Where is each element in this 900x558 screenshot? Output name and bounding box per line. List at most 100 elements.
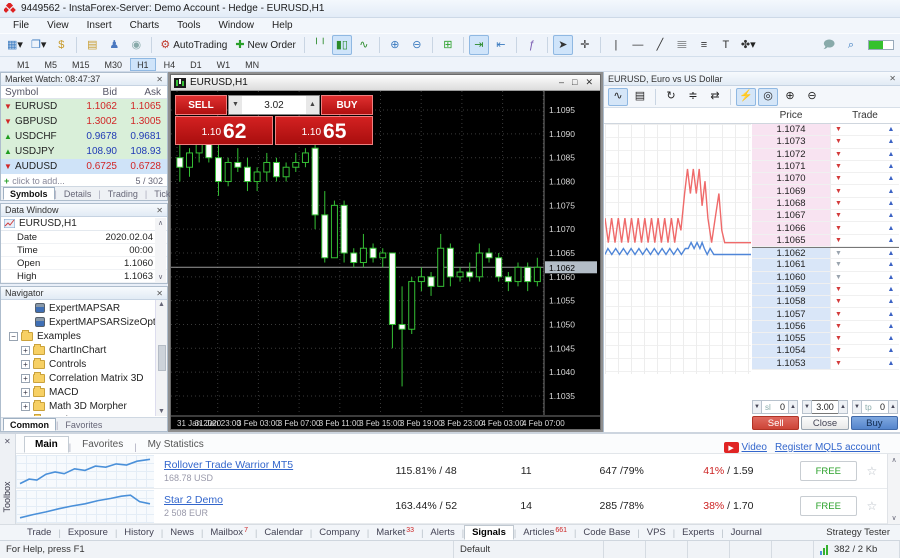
trade-cell[interactable] (846, 136, 883, 147)
register-mql5-link[interactable]: Register MQL5 account (775, 442, 880, 453)
maximize-icon[interactable]: □ (572, 77, 577, 88)
volumes-button[interactable]: ◎ (758, 88, 778, 106)
sell-chevron-icon[interactable]: ▼ (830, 259, 846, 270)
menu-item-window[interactable]: Window (209, 20, 263, 31)
tab-favorites[interactable]: Favorites (58, 418, 109, 431)
scroll-down-icon[interactable]: ∨ (158, 273, 163, 281)
buy-chevron-icon[interactable]: ▲ (883, 222, 899, 233)
trade-cell[interactable] (846, 308, 883, 319)
trade-cell[interactable] (846, 161, 883, 172)
symbol-row-usdchf[interactable]: ▲USDCHF0.96780.9681 (1, 129, 167, 144)
stop-loss-stepper[interactable]: ▼ sl0 ▲ (752, 400, 798, 414)
buy-chevron-icon[interactable]: ▲ (883, 185, 899, 196)
buy-chevron-icon[interactable]: ▲ (883, 198, 899, 209)
sell-chevron-icon[interactable]: ▼ (830, 149, 846, 160)
toolbox-scrollbar[interactable]: ∧ ∨ (887, 454, 900, 524)
close-icon[interactable]: ✕ (585, 77, 593, 88)
buy-chevron-icon[interactable]: ▲ (883, 272, 899, 283)
tree-item-examples[interactable]: −Examples (1, 329, 155, 343)
chart-window-titlebar[interactable]: EURUSD,H1 – □ ✕ (171, 75, 600, 91)
bid-row-1.1061[interactable]: 1.1061▼▲ (752, 259, 899, 271)
sell-chevron-icon[interactable]: ▼ (830, 124, 846, 135)
sell-chevron-icon[interactable]: ▼ (830, 161, 846, 172)
new-order-button[interactable]: ✚New Order (232, 35, 299, 55)
tile-windows-button[interactable]: ⊞ (438, 35, 458, 55)
ask-row-1.1067[interactable]: 1.1067▼▲ (752, 210, 899, 222)
timeframe-w1[interactable]: W1 (210, 58, 238, 71)
trade-cell[interactable] (846, 210, 883, 221)
broadcast-button[interactable]: ◉ (126, 35, 146, 55)
trade-cell[interactable] (846, 358, 883, 369)
chart-view-button[interactable]: ∿ (608, 88, 628, 106)
trade-cell[interactable] (846, 345, 883, 356)
bottom-tab-calendar[interactable]: Calendar (257, 526, 310, 539)
transfer-button[interactable]: ⇄ (705, 88, 725, 106)
dom-volume-value[interactable]: 3.00 (816, 402, 834, 412)
bottom-tab-exposure[interactable]: Exposure (61, 526, 115, 539)
symbol-row-eurusd[interactable]: ▼EURUSD1.10621.1065 (1, 99, 167, 114)
bottom-tab-articles[interactable]: Articles661 (516, 526, 574, 539)
ask-row-1.1071[interactable]: 1.1071▼▲ (752, 161, 899, 173)
close-icon[interactable]: ✕ (156, 289, 163, 298)
buy-button[interactable]: BUY (321, 95, 373, 115)
timeframe-h4[interactable]: H4 (157, 58, 183, 71)
bottom-tab-signals[interactable]: Signals (464, 525, 514, 540)
trade-cell[interactable] (846, 124, 883, 135)
horizontal-line-button[interactable]: — (628, 35, 648, 55)
buy-chevron-icon[interactable]: ▲ (883, 321, 899, 332)
expand-plus-icon[interactable]: + (21, 374, 30, 383)
menu-item-help[interactable]: Help (263, 20, 302, 31)
volume-up-icon[interactable]: ▲ (306, 96, 319, 114)
navigator-scrollbar[interactable]: ▲ ▼ (155, 300, 167, 416)
refresh-button[interactable]: ↻ (661, 88, 681, 106)
close-icon[interactable]: ✕ (156, 75, 163, 84)
buy-chevron-icon[interactable]: ▲ (883, 161, 899, 172)
bottom-tab-experts[interactable]: Experts (675, 526, 721, 539)
close-icon[interactable]: ✕ (156, 206, 163, 215)
trade-cell[interactable] (846, 321, 883, 332)
sell-chevron-icon[interactable]: ▼ (830, 248, 846, 258)
scroll-down-icon[interactable]: ▼ (158, 408, 165, 415)
sell-chevron-icon[interactable]: ▼ (830, 358, 846, 369)
tree-item-expertmapsarsizeoptim[interactable]: ExpertMAPSARSizeOptim (1, 315, 155, 329)
orders-book-button[interactable]: ▤ (630, 88, 650, 106)
expand-plus-icon[interactable]: + (21, 402, 30, 411)
dom-volume-stepper[interactable]: ▼ 3.00 ▲ (802, 400, 848, 414)
column-header-symbol[interactable]: Symbol (1, 86, 77, 98)
bottom-tab-company[interactable]: Company (312, 526, 367, 539)
bottom-tab-market[interactable]: Market33 (369, 526, 421, 539)
bottom-tab-trade[interactable]: Trade (20, 526, 58, 539)
dom-buy-button[interactable]: Buy (851, 416, 898, 430)
volume-up-icon[interactable]: ▲ (838, 400, 848, 414)
buy-chevron-icon[interactable]: ▲ (883, 235, 899, 246)
scroll-up-icon[interactable]: ∧ (891, 456, 896, 464)
data-window-scrollbar[interactable]: ∧ ∨ (155, 218, 166, 282)
buy-chevron-icon[interactable]: ▲ (883, 259, 899, 270)
menu-item-view[interactable]: View (38, 20, 78, 31)
sell-chevron-icon[interactable]: ▼ (830, 185, 846, 196)
candles-button[interactable]: ▮▯ (332, 35, 352, 55)
tree-item-expertmapsar[interactable]: ExpertMAPSAR (1, 301, 155, 315)
sl-value[interactable]: 0 (780, 402, 785, 412)
tp-down-icon[interactable]: ▼ (852, 400, 862, 414)
chart-area[interactable]: 1.10951.10901.10851.10801.10751.10701.10… (171, 91, 600, 429)
algo-folder-button[interactable]: $ (51, 35, 71, 55)
take-profit-stepper[interactable]: ▼ tp0 ▲ (852, 400, 898, 414)
volume-stepper[interactable]: ▼ 3.02 ▲ (228, 95, 320, 115)
collapse-minus-icon[interactable]: − (9, 332, 18, 341)
timeframe-m30[interactable]: M30 (98, 58, 130, 71)
fibonacci-button[interactable]: ≡ (694, 35, 714, 55)
free-button[interactable]: FREE (800, 461, 857, 481)
sell-price[interactable]: 1.10 62 (175, 116, 273, 145)
sell-chevron-icon[interactable]: ▼ (830, 308, 846, 319)
timeframe-d1[interactable]: D1 (183, 58, 209, 71)
toolbox-vertical-tab[interactable]: Toolbox (2, 477, 12, 517)
trade-cell[interactable] (846, 198, 883, 209)
shapes-button[interactable]: ✤▾ (738, 35, 759, 55)
search-button[interactable]: ⌕ (841, 35, 861, 55)
expand-plus-icon[interactable]: + (21, 388, 30, 397)
tab-symbols[interactable]: Symbols (3, 187, 55, 200)
trade-cell[interactable] (846, 222, 883, 233)
free-button[interactable]: FREE (800, 496, 857, 516)
timeframe-m1[interactable]: M1 (10, 58, 37, 71)
